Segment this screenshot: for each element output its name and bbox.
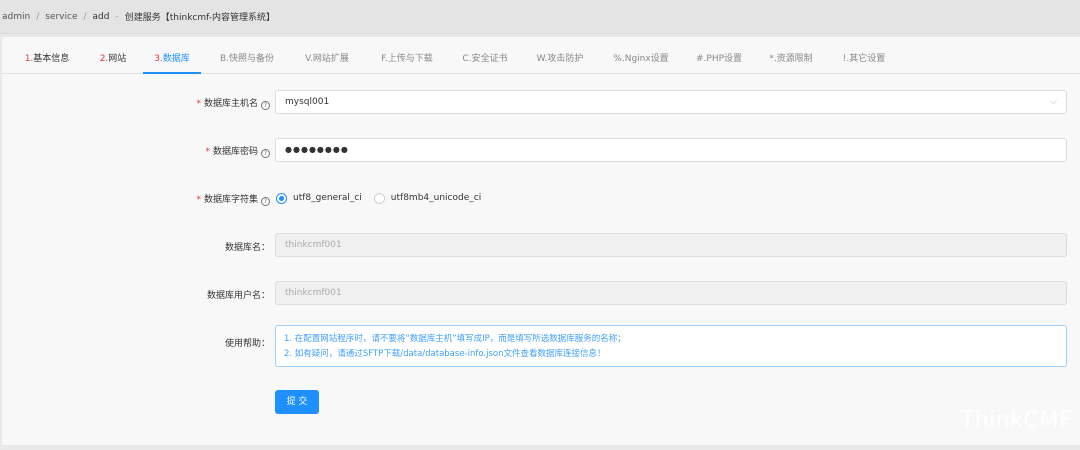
db-name-label: 数据库名：: [224, 243, 270, 253]
tab-label: V.网站扩展: [305, 54, 349, 64]
db-host-label: * 数据库主机名?: [130, 96, 270, 110]
radio-utf8-general-ci[interactable]: utf8_general_ci: [276, 192, 362, 204]
help-line-1: 1. 在配置网站程序时，请不要将“数据库主机”填写成IP，而是填写所选数据库服务…: [284, 334, 626, 344]
thinkcmf-watermark: ThinkCMF: [960, 408, 1072, 433]
radio-utf8mb4-unicode-ci[interactable]: utf8mb4_unicode_ci: [373, 192, 482, 204]
tab-upload-download[interactable]: F.上传与下载: [378, 47, 436, 74]
tab-site-extension[interactable]: V.网站扩展: [302, 47, 352, 74]
tab-snapshot-backup[interactable]: B.快照与备份: [218, 47, 276, 74]
help-box: 1. 在配置网站程序时，请不要将“数据库主机”填写成IP，而是填写所选数据库服务…: [275, 325, 1067, 367]
radio-button-unchecked[interactable]: [373, 192, 385, 204]
radio-button-checked[interactable]: [276, 192, 287, 204]
tab-label: *.资源限制: [769, 54, 813, 64]
breadcrumb-separator: -: [115, 11, 119, 22]
required-mark: *: [205, 147, 210, 157]
required-mark: *: [196, 195, 201, 205]
tab-basic-info[interactable]: 1.基本信息: [22, 47, 72, 74]
tab-step-number: 3.: [154, 54, 163, 64]
breadcrumb-item-add: add: [92, 11, 110, 22]
db-user-input: thinkcmf001: [275, 281, 1067, 305]
db-user-label: 数据库用户名：: [206, 291, 270, 301]
radio-label: utf8mb4_unicode_ci: [390, 193, 482, 203]
db-host-label-text: 数据库主机名: [203, 99, 258, 109]
tab-resource-limits[interactable]: *.资源限制: [766, 47, 816, 74]
breadcrumb-item-admin[interactable]: admin: [2, 12, 30, 22]
tab-attack-protection[interactable]: W.攻击防护: [535, 47, 585, 74]
db-user-placeholder: thinkcmf001: [285, 288, 342, 298]
db-password-label-text: 数据库密码: [212, 147, 258, 157]
db-name-input: thinkcmf001: [275, 233, 1067, 257]
tab-php-settings[interactable]: #.PHP设置: [692, 47, 746, 74]
tab-label: F.上传与下载: [381, 54, 433, 64]
breadcrumb-separator: /: [83, 11, 87, 22]
db-password-label: * 数据库密码?: [130, 144, 270, 158]
db-charset-radio-group: utf8_general_ci utf8mb4_unicode_ci: [276, 191, 493, 205]
tab-label: C.安全证书: [462, 54, 508, 64]
submit-button[interactable]: 提 交: [275, 390, 319, 414]
db-charset-label: * 数据库字符集?: [130, 192, 270, 206]
question-circle-icon[interactable]: ?: [261, 149, 270, 158]
question-circle-icon[interactable]: ?: [261, 197, 270, 206]
db-password-input[interactable]: ●●●●●●●●: [275, 138, 1067, 162]
tab-ssl-certificate[interactable]: C.安全证书: [460, 47, 510, 74]
required-mark: *: [196, 99, 201, 109]
tab-label: 数据库: [162, 54, 190, 64]
step-tabs: 1.基本信息 2.网站 3.数据库 B.快照与备份 V.网站扩展 F.上传与下载…: [2, 47, 1080, 74]
breadcrumb-item-service[interactable]: service: [45, 12, 77, 22]
breadcrumb: admin / service / add - 创建服务【thinkcmf-内容…: [0, 0, 1080, 34]
radio-label: utf8_general_ci: [293, 193, 362, 203]
tab-website[interactable]: 2.网站: [97, 47, 129, 74]
db-name-placeholder: thinkcmf001: [285, 240, 342, 250]
tab-nginx-settings[interactable]: %.Nginx设置: [611, 47, 671, 74]
help-line-2: 2. 如有疑问，请通过SFTP下载/data/database-info.jso…: [284, 349, 606, 359]
tab-label: W.攻击防护: [536, 54, 584, 64]
tab-step-number: 1.: [24, 54, 34, 64]
breadcrumb-page-title: 创建服务【thinkcmf-内容管理系统】: [124, 13, 276, 23]
db-host-value: mysql001: [285, 97, 330, 107]
tab-step-number: 2.: [99, 54, 109, 64]
tab-label: 基本信息: [33, 54, 70, 64]
tab-label: 网站: [108, 54, 127, 64]
tab-label: %.Nginx设置: [613, 54, 669, 64]
breadcrumb-separator: /: [36, 11, 40, 22]
db-password-value: ●●●●●●●●: [285, 145, 349, 154]
tab-label: B.快照与备份: [219, 54, 275, 64]
db-charset-label-text: 数据库字符集: [203, 195, 258, 205]
help-label: 使用帮助：: [224, 339, 270, 349]
db-host-select[interactable]: mysql001 ⌵: [275, 90, 1067, 114]
tab-database[interactable]: 3.数据库: [143, 47, 201, 74]
tab-other-settings[interactable]: !.其它设置: [839, 47, 889, 74]
tab-label: #.PHP设置: [695, 54, 743, 64]
tab-label: !.其它设置: [842, 54, 886, 64]
question-circle-icon[interactable]: ?: [261, 101, 270, 110]
chevron-down-icon: ⌵: [1050, 97, 1057, 107]
